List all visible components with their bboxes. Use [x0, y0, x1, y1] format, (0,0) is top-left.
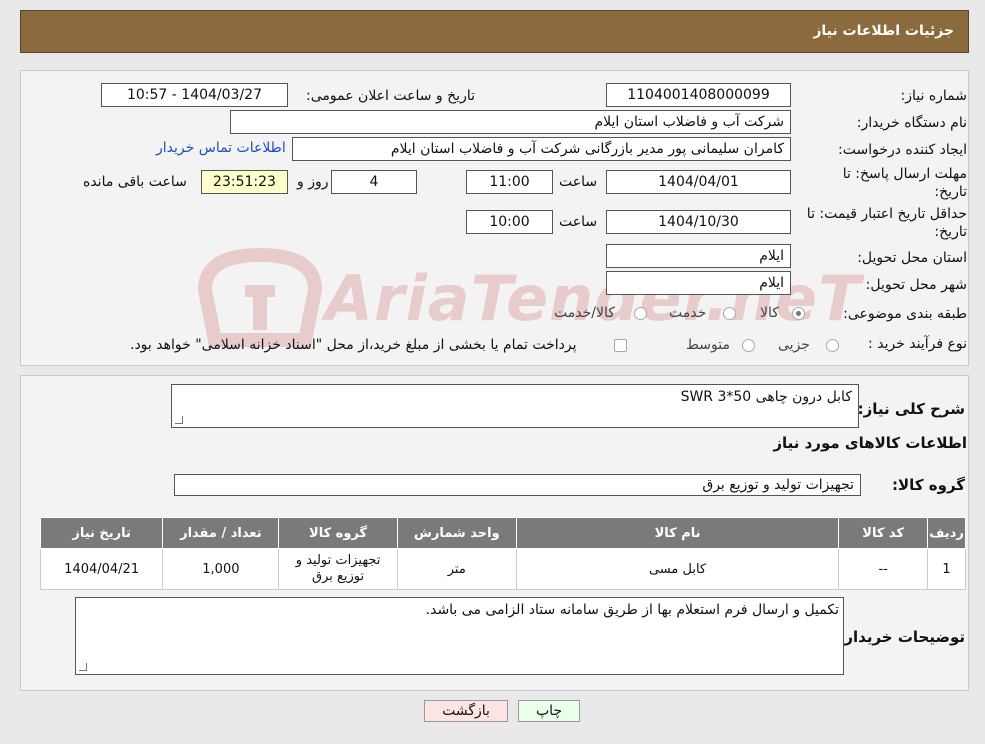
category-radio-goods-service[interactable]	[634, 307, 647, 320]
cell-date: 1404/04/21	[39, 548, 164, 590]
process-label: نوع فرآیند خرید :	[868, 336, 967, 352]
category-radio-service[interactable]	[723, 307, 736, 320]
creator-label: ایجاد کننده درخواست:	[838, 142, 967, 158]
validity-time-field[interactable]: 10:00	[466, 210, 553, 234]
notes-text: تکمیل و ارسال فرم استعلام بها از طریق سا…	[425, 602, 839, 618]
deadline-time-label: ساعت	[559, 174, 598, 190]
announce-label: تاریخ و ساعت اعلان عمومی:	[306, 88, 475, 104]
table-header-row: ردیف کد کالا نام کالا واحد شمارش گروه کا…	[39, 517, 966, 549]
city-label: شهر محل تحویل:	[865, 277, 967, 293]
city-field[interactable]: ایلام	[606, 271, 791, 295]
th-code: کد کالا	[838, 517, 929, 549]
process-checkbox-treasury[interactable]	[614, 339, 627, 352]
th-row: ردیف	[927, 517, 966, 549]
validity-date-field[interactable]: 1404/10/30	[606, 210, 791, 234]
buyer-field[interactable]: شرکت آب و فاضلاب استان ایلام	[230, 110, 791, 134]
category-option-goods-service: کالا/خدمت	[554, 305, 615, 321]
days-field[interactable]: 4	[331, 170, 417, 194]
process-option-medium: متوسط	[686, 337, 730, 353]
back-button[interactable]: بازگشت	[424, 700, 508, 722]
need-number-field[interactable]: 1104001408000099	[606, 83, 791, 107]
process-note: پرداخت تمام یا بخشی از مبلغ خرید،از محل …	[130, 337, 577, 353]
cell-quantity: 1,000	[162, 548, 280, 590]
summary-text: کابل درون چاهی SWR 3*50	[680, 389, 852, 405]
summary-label: شرح کلی نیاز:	[857, 400, 965, 418]
buyer-label: نام دستگاه خریدار:	[856, 115, 967, 131]
print-button[interactable]: چاپ	[518, 700, 580, 722]
th-name: نام کالا	[515, 517, 840, 549]
process-option-minor: جزیی	[778, 337, 810, 353]
validity-label: حداقل تاریخ اعتبار قیمت: تا	[806, 206, 967, 222]
resize-handle-icon[interactable]	[79, 663, 87, 671]
cell-code: --	[838, 548, 929, 590]
process-radio-medium[interactable]	[742, 339, 755, 352]
validity-time-label: ساعت	[559, 214, 598, 230]
group-label: گروه کالا:	[892, 476, 965, 494]
deadline-label-2: تاریخ:	[934, 184, 967, 200]
cell-row: 1	[927, 548, 966, 590]
table-row[interactable]: 1 -- کابل مسی متر تجهیزات تولید و توزیع …	[39, 548, 966, 590]
summary-textarea[interactable]: کابل درون چاهی SWR 3*50	[171, 384, 859, 428]
remaining-label: ساعت باقی مانده	[83, 174, 187, 190]
goods-heading: اطلاعات کالاهای مورد نیاز	[773, 434, 967, 452]
province-label: استان محل تحویل:	[857, 250, 967, 266]
category-option-service: خدمت	[669, 305, 707, 321]
category-option-goods: کالا	[760, 305, 779, 321]
group-field[interactable]: تجهیزات تولید و توزیع برق	[174, 474, 861, 496]
page-title: جزئیات اطلاعات نیاز	[813, 23, 954, 39]
cell-unit: متر	[396, 548, 517, 590]
notes-textarea[interactable]: تکمیل و ارسال فرم استعلام بها از طریق سا…	[75, 597, 844, 675]
notes-label: توضیحات خریدار:	[838, 628, 965, 646]
process-radio-minor[interactable]	[826, 339, 839, 352]
category-label: طبقه بندی موضوعی:	[843, 306, 967, 322]
th-quantity: تعداد / مقدار	[162, 517, 280, 549]
deadline-label: مهلت ارسال پاسخ: تا	[842, 166, 967, 182]
deadline-time-field[interactable]: 11:00	[466, 170, 553, 194]
page-header: جزئیات اطلاعات نیاز	[20, 10, 969, 53]
category-radio-goods[interactable]	[792, 307, 805, 320]
days-label: روز و	[297, 174, 329, 190]
validity-label-2: تاریخ:	[934, 224, 967, 240]
need-number-label: شماره نیاز:	[900, 88, 968, 104]
remaining-time-field: 23:51:23	[201, 170, 288, 194]
buyer-contact-link[interactable]: اطلاعات تماس خریدار	[156, 140, 286, 156]
deadline-date-field[interactable]: 1404/04/01	[606, 170, 791, 194]
th-date: تاریخ نیاز	[39, 517, 164, 549]
goods-table: ردیف کد کالا نام کالا واحد شمارش گروه کا…	[39, 517, 966, 590]
th-group: گروه کالا	[278, 517, 398, 549]
province-field[interactable]: ایلام	[606, 244, 791, 268]
cell-group: تجهیزات تولید و توزیع برق	[278, 548, 398, 590]
cell-name: کابل مسی	[515, 548, 840, 590]
th-unit: واحد شمارش	[396, 517, 517, 549]
resize-handle-icon[interactable]	[175, 416, 183, 424]
announce-field[interactable]: 1404/03/27 - 10:57	[101, 83, 288, 107]
creator-field[interactable]: کامران سلیمانی پور مدیر بازرگانی شرکت آب…	[292, 137, 791, 161]
